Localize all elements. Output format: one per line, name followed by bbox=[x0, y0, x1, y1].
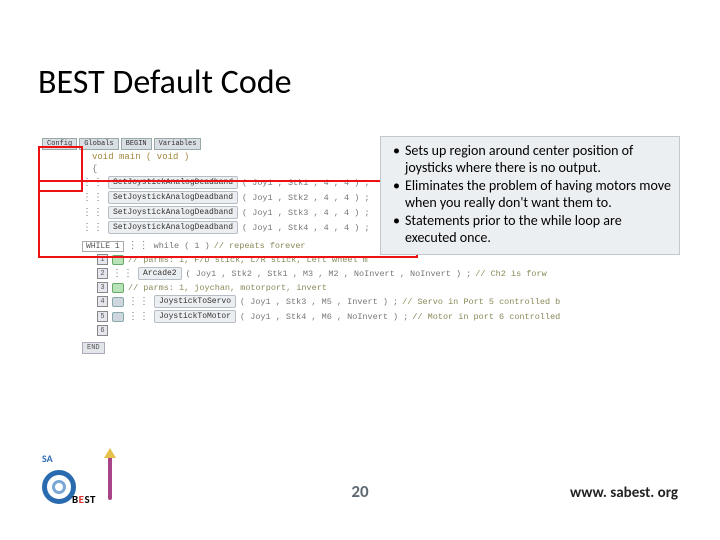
handle-icon: ⋮⋮ bbox=[128, 296, 150, 308]
fn-joystick-motor: JoystickToMotor bbox=[154, 310, 236, 323]
bullet-3: Statements prior to the while loop are e… bbox=[389, 213, 673, 246]
gear-icon bbox=[42, 470, 76, 504]
slide: BEST Default Code Config Globals BEGIN V… bbox=[0, 0, 720, 540]
row-number: 5 bbox=[97, 311, 108, 322]
fn-arcade2: Arcade2 bbox=[138, 267, 182, 280]
callout-box: Sets up region around center position of… bbox=[380, 136, 680, 255]
args: ( Joy1 , Stk4 , M6 , NoInvert ) ; bbox=[240, 312, 408, 322]
while-chip: WHILE 1 bbox=[82, 241, 124, 252]
row-number: 4 bbox=[97, 296, 108, 307]
comment: // repeats forever bbox=[214, 241, 306, 251]
motor-icon bbox=[112, 283, 124, 293]
tab-begin: BEGIN bbox=[121, 138, 152, 150]
bullet-2: Eliminates the problem of having motors … bbox=[389, 178, 673, 211]
end-chip: END bbox=[82, 342, 105, 354]
logo-text: BEST bbox=[72, 493, 96, 506]
args: ( Joy1 , Stk3 , 4 , 4 ) ; bbox=[242, 208, 370, 218]
bullet-1: Sets up region around center position of… bbox=[389, 143, 673, 176]
page-title: BEST Default Code bbox=[38, 62, 292, 103]
fn-deadband: SetJoystickAnalogDeadband bbox=[108, 176, 238, 189]
servo-icon bbox=[112, 297, 124, 307]
code-row-4: 4 ⋮⋮ JoystickToServo ( Joy1 , Stk3 , M5 … bbox=[97, 295, 662, 308]
footer: SA BEST 20 www. sabest. org bbox=[0, 450, 720, 510]
args: ( Joy1 , Stk2 , 4 , 4 ) ; bbox=[242, 193, 370, 203]
fn-deadband: SetJoystickAnalogDeadband bbox=[108, 206, 238, 219]
handle-icon: ⋮⋮ bbox=[128, 311, 150, 323]
comment: // parms: 1, joychan, motorport, invert bbox=[128, 283, 327, 293]
args: ( Joy1 , Stk2 , Stk1 , M3 , M2 , NoInver… bbox=[186, 269, 472, 279]
tab-variables: Variables bbox=[154, 138, 202, 150]
fn-deadband: SetJoystickAnalogDeadband bbox=[108, 191, 238, 204]
comment: // Servo in Port 5 controlled b bbox=[402, 297, 560, 307]
code-row-1: 1 // parms: 1, F/D stick, L/R stick, Lef… bbox=[97, 254, 662, 265]
fn-deadband: SetJoystickAnalogDeadband bbox=[108, 221, 238, 234]
args: ( Joy1 , Stk3 , M5 , Invert ) ; bbox=[240, 297, 398, 307]
motor-icon bbox=[112, 255, 124, 265]
rocket-icon bbox=[108, 456, 112, 500]
row-number: 6 bbox=[97, 325, 108, 336]
handle-icon: ⋮⋮ bbox=[128, 240, 150, 252]
page-number: 20 bbox=[351, 481, 368, 502]
comment: // Ch2 is forw bbox=[475, 269, 546, 279]
logo-b: B bbox=[72, 493, 79, 506]
handle-icon: ⋮⋮ bbox=[82, 177, 104, 189]
comment: // Motor in port 6 controlled bbox=[412, 312, 560, 322]
row-number: 2 bbox=[97, 268, 108, 279]
handle-icon: ⋮⋮ bbox=[112, 268, 134, 280]
motor-icon bbox=[112, 312, 124, 322]
while-cond: while ( 1 ) bbox=[154, 241, 210, 251]
code-row-2: 2 ⋮⋮ Arcade2 ( Joy1 , Stk2 , Stk1 , M3 ,… bbox=[97, 267, 662, 280]
tab-config: Config bbox=[42, 138, 77, 150]
args: ( Joy1 , Stk1 , 4 , 4 ) ; bbox=[242, 178, 370, 188]
sabest-logo: SA BEST bbox=[42, 450, 132, 510]
tab-globals: Globals bbox=[79, 138, 118, 150]
handle-icon: ⋮⋮ bbox=[82, 222, 104, 234]
logo-st: ST bbox=[84, 493, 96, 506]
args: ( Joy1 , Stk4 , 4 , 4 ) ; bbox=[242, 223, 370, 233]
footer-url: www. sabest. org bbox=[570, 484, 678, 502]
handle-icon: ⋮⋮ bbox=[82, 207, 104, 219]
logo-sa: SA bbox=[42, 452, 53, 465]
row-number: 3 bbox=[97, 282, 108, 293]
code-row-5: 5 ⋮⋮ JoystickToMotor ( Joy1 , Stk4 , M6 … bbox=[97, 310, 662, 323]
comment: // parms: 1, F/D stick, L/R stick, Left … bbox=[128, 255, 368, 265]
code-row-3: 3 // parms: 1, joychan, motorport, inver… bbox=[97, 282, 662, 293]
row-number: 1 bbox=[97, 254, 108, 265]
fn-joystick-servo: JoystickToServo bbox=[154, 295, 236, 308]
handle-icon: ⋮⋮ bbox=[82, 192, 104, 204]
code-row-6: 6 bbox=[97, 325, 662, 336]
